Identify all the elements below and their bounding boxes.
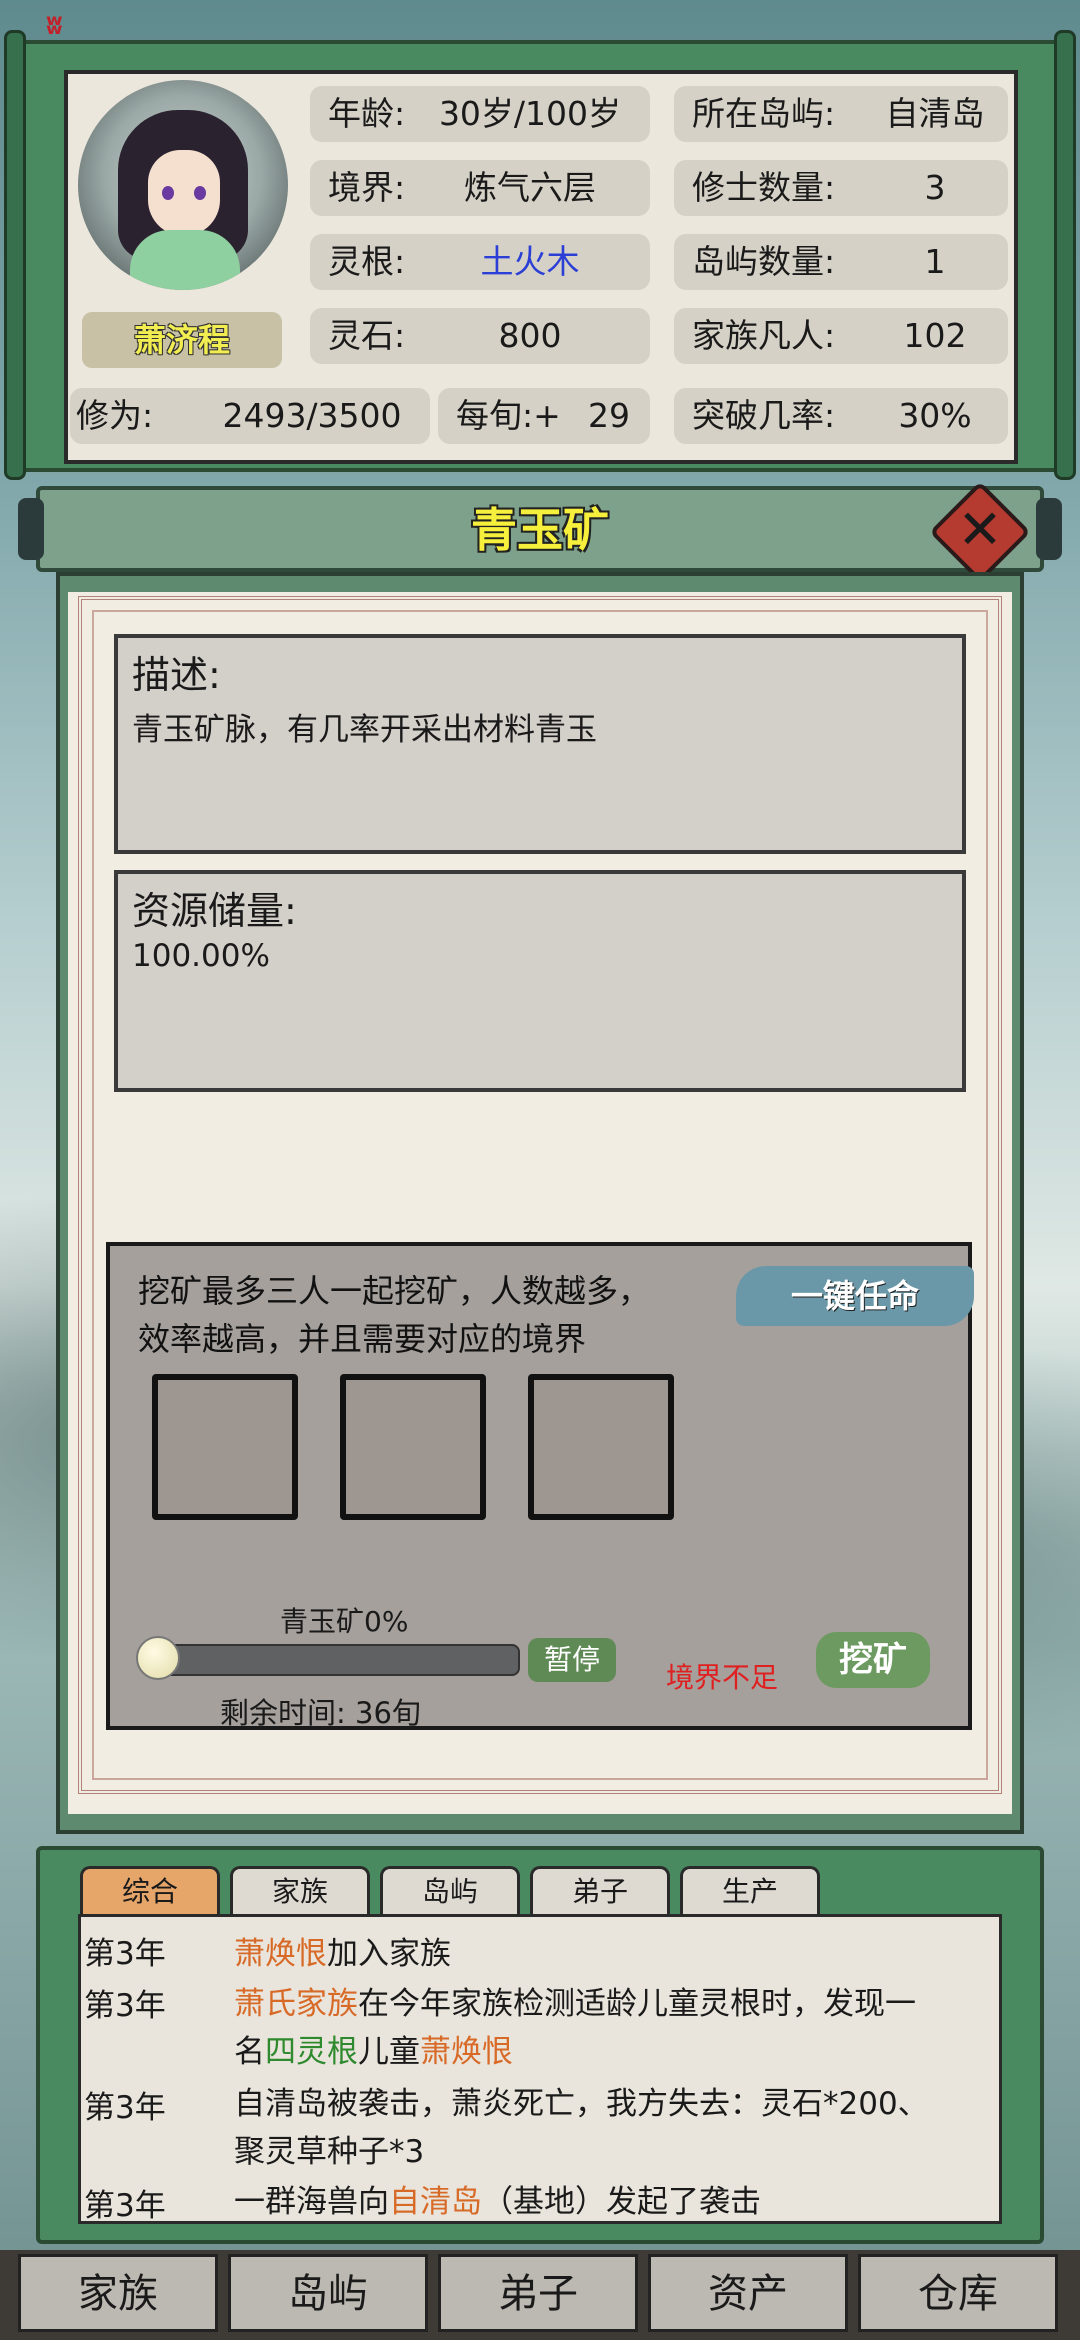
log-tab-island[interactable]: 岛屿	[380, 1866, 520, 1914]
log-tab-family[interactable]: 家族	[230, 1866, 370, 1914]
islands-value: 1	[924, 242, 946, 281]
realm-stat: 境界: 炼气六层	[310, 160, 650, 216]
log-entry-continued: 聚灵草种子*3	[234, 2134, 425, 2170]
worker-slot-3[interactable]	[528, 1374, 674, 1520]
mortals-stat: 家族凡人: 102	[674, 308, 1008, 364]
pause-button[interactable]: 暂停	[528, 1638, 616, 1682]
nav-island[interactable]: 岛屿	[228, 2254, 428, 2332]
reserve-box: 资源储量: 100.00%	[114, 870, 966, 1092]
log-entry: 自清岛被袭击，萧炎死亡，我方失去：灵石*200、	[234, 2086, 929, 2122]
log-year: 第3年	[84, 1988, 166, 2024]
reserve-title: 资源储量:	[132, 889, 297, 933]
island-stat: 所在岛屿: 自清岛	[674, 86, 1008, 142]
close-icon[interactable]: ✕	[956, 494, 1004, 566]
island-value: 自清岛	[885, 94, 985, 133]
realm-label: 境界:	[328, 168, 406, 207]
mining-desc-line1: 挖矿最多三人一起挖矿，人数越多，	[138, 1272, 651, 1310]
progress-knob-icon	[136, 1636, 180, 1680]
cultivation-stat: 修为: 2493/3500	[70, 388, 430, 444]
stone-label: 灵石:	[328, 316, 406, 355]
log-year: 第3年	[84, 2090, 166, 2126]
per-turn-label: 每旬:+	[456, 396, 561, 435]
cultivators-label: 修士数量:	[692, 168, 836, 207]
progress-label: 青玉矿0%	[280, 1605, 409, 1638]
description-text: 青玉矿脉，有几率开采出材料青玉	[132, 712, 597, 748]
nav-family[interactable]: 家族	[18, 2254, 218, 2332]
mortals-label: 家族凡人:	[692, 316, 836, 355]
island-label: 所在岛屿:	[692, 94, 836, 133]
remaining-time: 剩余时间: 36旬	[220, 1696, 421, 1730]
stone-stat: 灵石: 800	[310, 308, 650, 364]
cultivation-label: 修为:	[76, 396, 154, 435]
log-entry: 萧氏家族在今年家族检测适龄儿童灵根时，发现一	[234, 1986, 916, 2022]
nav-assets[interactable]: 资产	[648, 2254, 848, 2332]
per-turn-stat: 每旬:+ 29	[438, 388, 650, 444]
age-stat: 年龄: 30岁/100岁	[310, 86, 650, 142]
mining-progress-bar	[152, 1644, 520, 1676]
cultivators-value: 3	[924, 168, 946, 207]
islands-stat: 岛屿数量: 1	[674, 234, 1008, 290]
mine-button[interactable]: 挖矿	[816, 1632, 930, 1688]
mining-panel: 挖矿最多三人一起挖矿，人数越多， 效率越高，并且需要对应的境界 一键任命 青玉矿…	[106, 1242, 974, 1730]
per-turn-value: 29	[588, 396, 630, 435]
root-stat: 灵根: 土火木	[310, 234, 650, 290]
cultivators-stat: 修士数量: 3	[674, 160, 1008, 216]
breakthrough-label: 突破几率:	[692, 396, 836, 435]
description-box: 描述: 青玉矿脉，有几率开采出材料青玉	[114, 634, 966, 854]
log-entry: 一群海兽向自清岛（基地）发起了袭击	[234, 2184, 761, 2220]
age-value: 30岁/100岁	[438, 94, 622, 133]
log-year: 第3年	[84, 1936, 166, 1972]
breakthrough-stat: 突破几率: 30%	[674, 388, 1008, 444]
log-entry-continued: 名四灵根儿童萧焕恨	[234, 2034, 513, 2070]
mining-desc-line2: 效率越高，并且需要对应的境界	[138, 1320, 587, 1358]
root-label: 灵根:	[328, 242, 406, 281]
avatar[interactable]	[78, 80, 288, 290]
description-title: 描述:	[132, 653, 221, 697]
mortals-value: 102	[903, 316, 967, 355]
log-tab-production[interactable]: 生产	[680, 1866, 820, 1914]
worker-slot-1[interactable]	[152, 1374, 298, 1520]
realm-value: 炼气六层	[464, 168, 596, 207]
scroll-rod-right	[1054, 30, 1076, 480]
dialog-title-bar: 青玉矿 ✕	[18, 481, 1062, 583]
realm-warning: 境界不足	[666, 1661, 779, 1694]
age-label: 年龄:	[328, 94, 406, 133]
stone-value: 800	[498, 316, 562, 355]
islands-label: 岛屿数量:	[692, 242, 836, 281]
log-tab-general[interactable]: 综合	[80, 1866, 220, 1914]
log-year: 第3年	[84, 2188, 166, 2224]
worker-slot-2[interactable]	[340, 1374, 486, 1520]
log-tab-disciple[interactable]: 弟子	[530, 1866, 670, 1914]
scroll-rod-left	[4, 30, 26, 480]
cultivation-value: 2493/3500	[222, 396, 402, 435]
reserve-value: 100.00%	[132, 938, 270, 974]
log-entry: 萧焕恨加入家族	[234, 1936, 451, 1972]
status-icon: ʬ	[46, 8, 63, 41]
root-value: 土火木	[480, 242, 580, 281]
breakthrough-value: 30%	[898, 396, 972, 435]
character-name[interactable]: 萧济程	[82, 312, 282, 368]
auto-assign-button[interactable]: 一键任命	[736, 1266, 974, 1326]
nav-warehouse[interactable]: 仓库	[858, 2254, 1058, 2332]
nav-disciple[interactable]: 弟子	[438, 2254, 638, 2332]
dialog-title: 青玉矿	[471, 503, 609, 557]
